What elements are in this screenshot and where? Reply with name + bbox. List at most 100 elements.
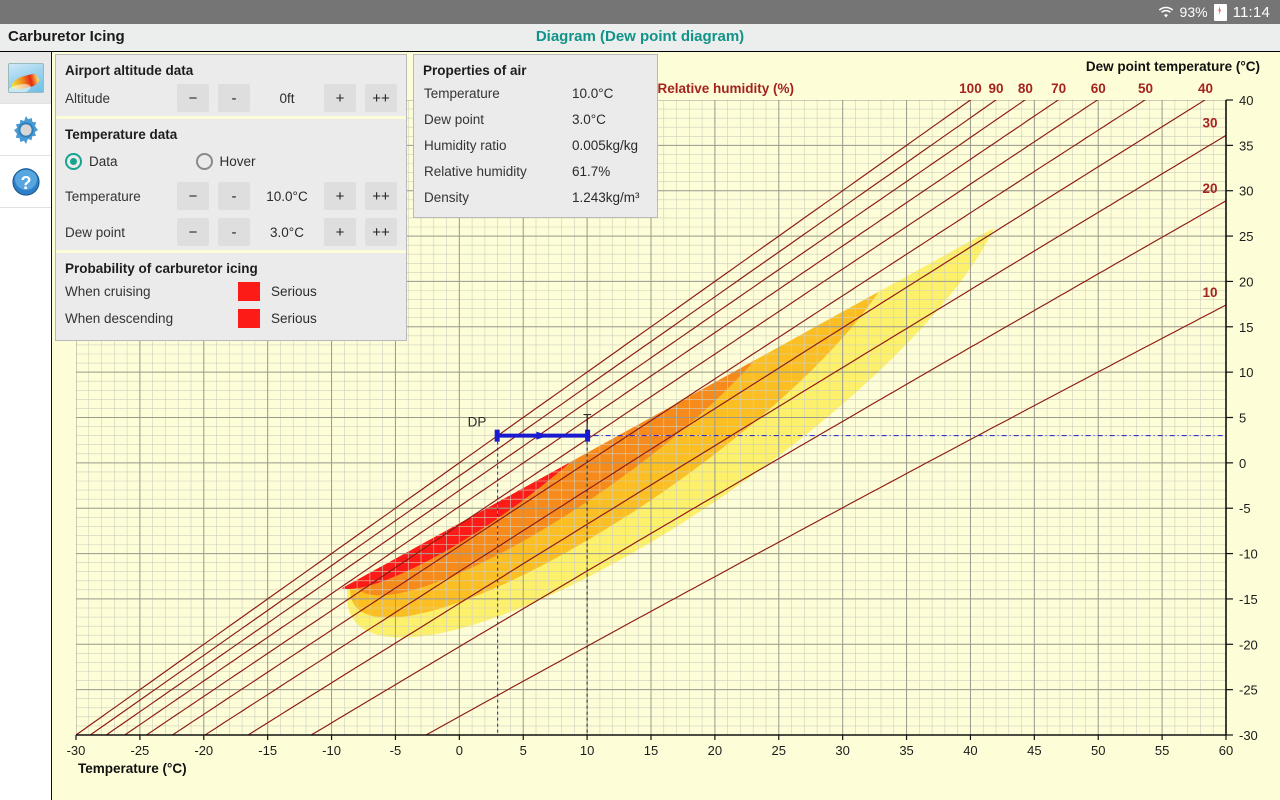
dewpoint-decrement-large-button[interactable]: − xyxy=(177,218,209,246)
dewpoint-increment-button[interactable]: + xyxy=(324,218,356,246)
sidebar-item-help[interactable]: ? xyxy=(0,156,51,208)
rh-label-60: 60 xyxy=(1091,81,1106,96)
air-density-key: Density xyxy=(424,189,470,205)
air-row-humidity-ratio: Humidity ratio 0.005kg/kg xyxy=(414,132,657,158)
x-tick-label: 55 xyxy=(1155,743,1169,758)
probability-cruising-label: When cruising xyxy=(65,284,151,299)
x-tick-label: 0 xyxy=(456,743,463,758)
diagram-heading: Diagram (Dew point diagram) xyxy=(535,28,745,45)
probability-row-cruising: When cruising Serious xyxy=(56,278,406,305)
rh-label-30: 30 xyxy=(1202,115,1217,130)
radio-data-label: Data xyxy=(89,153,118,169)
y-tick-label: 35 xyxy=(1239,138,1253,153)
x-tick-label: -5 xyxy=(390,743,402,758)
dewpoint-row: Dew point − - 3.0°C + ++ xyxy=(56,214,406,250)
temperature-row: Temperature − - 10.0°C + ++ xyxy=(56,178,406,214)
temperature-decrement-large-button[interactable]: − xyxy=(177,182,209,210)
dewpoint-increment-large-button[interactable]: ++ xyxy=(365,218,397,246)
properties-of-air-panel: Properties of air Temperature 10.0°C Dew… xyxy=(413,54,658,218)
x-tick-label: -20 xyxy=(194,743,213,758)
altitude-group-title: Airport altitude data xyxy=(65,63,194,78)
probability-group: Probability of carburetor icing When cru… xyxy=(56,250,406,340)
y-tick-label: 5 xyxy=(1239,411,1246,426)
radio-hover[interactable]: Hover xyxy=(195,152,256,170)
rh-label-10: 10 xyxy=(1202,285,1217,300)
temperature-group-title: Temperature data xyxy=(65,127,178,142)
altitude-increment-button[interactable]: + xyxy=(324,84,356,112)
air-temperature-value: 10.0°C xyxy=(572,85,614,101)
rh-label-100: 100 xyxy=(959,81,982,96)
settings-gear-icon xyxy=(10,114,42,146)
y-tick-label: 40 xyxy=(1239,93,1253,108)
probability-descending-value: Serious xyxy=(271,311,317,326)
y-tick-label: -30 xyxy=(1239,728,1258,743)
air-row-density: Density 1.243kg/m³ xyxy=(414,184,657,210)
probability-group-title: Probability of carburetor icing xyxy=(65,261,258,276)
marker-dp-label: DP xyxy=(468,415,487,430)
air-panel-title: Properties of air xyxy=(423,63,527,78)
dp-end-cap xyxy=(494,429,500,442)
temperature-stepper: − - 10.0°C + ++ xyxy=(177,182,397,210)
marker-t-label: T xyxy=(583,412,591,427)
altitude-increment-large-button[interactable]: ++ xyxy=(365,84,397,112)
air-density-value: 1.243kg/m³ xyxy=(572,189,640,205)
x-tick-label: -25 xyxy=(130,743,149,758)
y-tick-label: 20 xyxy=(1239,274,1253,289)
wifi-icon xyxy=(1158,5,1174,19)
icon-sidebar: ? xyxy=(0,52,52,800)
temperature-data-group: Temperature data Data Hover Temperature … xyxy=(56,116,406,250)
x-tick-label: 5 xyxy=(520,743,527,758)
air-humidity-ratio-value: 0.005kg/kg xyxy=(572,137,639,153)
x-tick-label: 35 xyxy=(899,743,913,758)
y-tick-label: -25 xyxy=(1239,683,1258,698)
temperature-increment-large-button[interactable]: ++ xyxy=(365,182,397,210)
dewpoint-label: Dew point xyxy=(65,224,126,240)
air-relative-humidity-key: Relative humidity xyxy=(424,163,527,179)
svg-text:?: ? xyxy=(20,173,31,193)
x-tick-label: 10 xyxy=(580,743,594,758)
x-tick-label: -15 xyxy=(258,743,277,758)
y-tick-label: -20 xyxy=(1239,637,1258,652)
air-temperature-key: Temperature xyxy=(424,85,500,101)
rh-label-20: 20 xyxy=(1202,181,1217,196)
x-tick-label: 25 xyxy=(772,743,786,758)
x-axis-title: Temperature (°C) xyxy=(78,761,187,776)
clock: 11:14 xyxy=(1232,3,1270,21)
x-tick-label: 60 xyxy=(1219,743,1233,758)
x-tick-label: 50 xyxy=(1091,743,1105,758)
y-axis-title: Dew point temperature (°C) xyxy=(1086,59,1260,74)
dewpoint-stepper: − - 3.0°C + ++ xyxy=(177,218,397,246)
y-tick-label: 25 xyxy=(1239,229,1253,244)
controls-panel: Airport altitude data Altitude − - 0ft +… xyxy=(55,54,407,341)
x-tick-label: -10 xyxy=(322,743,341,758)
temperature-increment-button[interactable]: + xyxy=(324,182,356,210)
x-tick-label: 45 xyxy=(1027,743,1041,758)
altitude-decrement-button[interactable]: - xyxy=(218,84,250,112)
probability-descending-swatch xyxy=(238,309,260,328)
rh-label-70: 70 xyxy=(1051,81,1066,96)
y-tick-label: 0 xyxy=(1239,456,1246,471)
mode-radio-group: Data Hover xyxy=(56,144,406,178)
temperature-decrement-button[interactable]: - xyxy=(218,182,250,210)
temperature-label: Temperature xyxy=(65,188,141,204)
y-tick-label: 15 xyxy=(1239,320,1253,335)
sidebar-item-diagram[interactable] xyxy=(0,52,51,104)
dewpoint-decrement-button[interactable]: - xyxy=(218,218,250,246)
radio-data[interactable]: Data xyxy=(65,152,118,170)
rh-label-90: 90 xyxy=(988,81,1003,96)
altitude-decrement-large-button[interactable]: − xyxy=(177,84,209,112)
airport-altitude-group: Airport altitude data Altitude − - 0ft +… xyxy=(56,55,406,116)
battery-percent: 93% xyxy=(1179,4,1208,20)
y-tick-label: 30 xyxy=(1239,184,1253,199)
radio-hover-dot xyxy=(195,152,213,170)
air-humidity-ratio-key: Humidity ratio xyxy=(424,137,507,153)
y-tick-label: -5 xyxy=(1239,501,1251,516)
x-tick-label: -30 xyxy=(67,743,86,758)
altitude-label: Altitude xyxy=(65,90,111,106)
altitude-stepper: − - 0ft + ++ xyxy=(177,84,397,112)
probability-descending-label: When descending xyxy=(65,311,174,326)
rh-legend-title: Relative humidity (%) xyxy=(657,81,794,96)
sidebar-item-settings[interactable] xyxy=(0,104,51,156)
x-tick-label: 20 xyxy=(708,743,722,758)
x-tick-label: 30 xyxy=(835,743,849,758)
